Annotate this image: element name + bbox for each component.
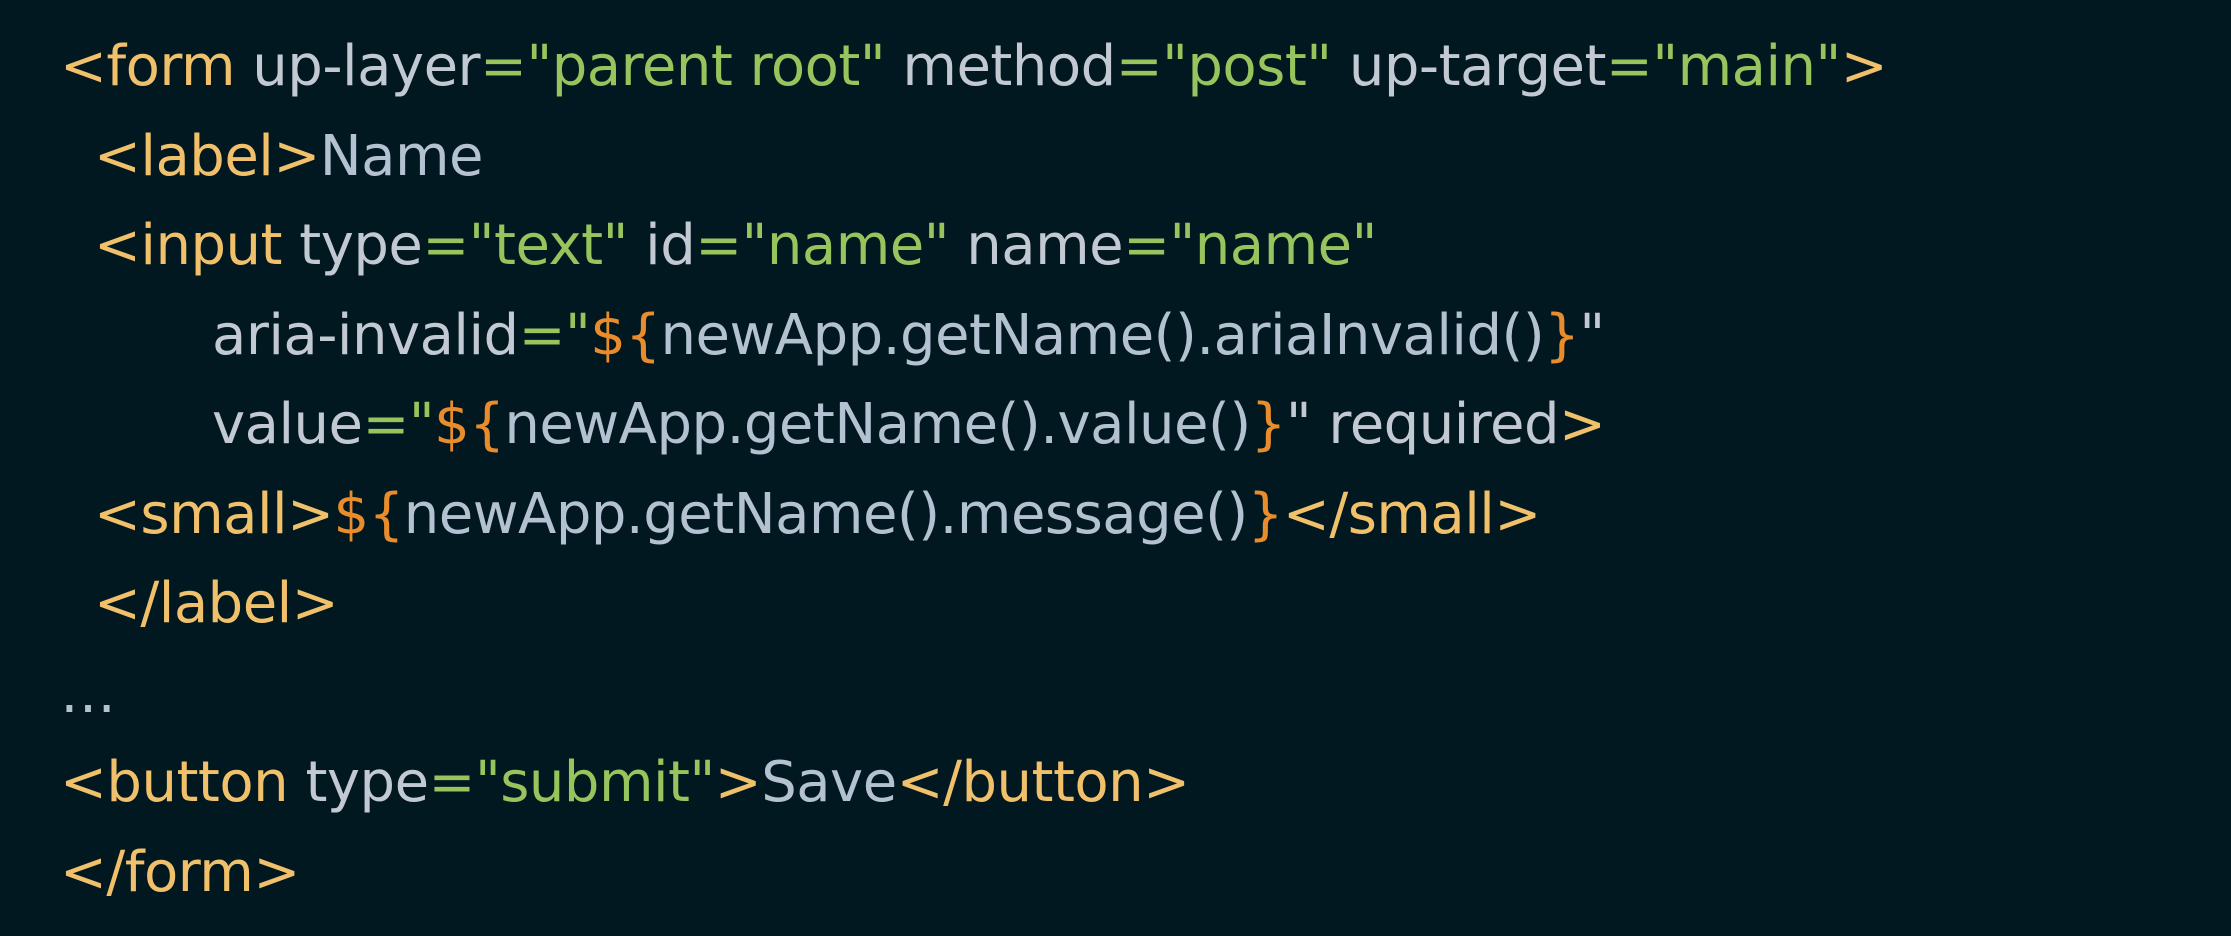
code-token-tag: <button (60, 750, 289, 815)
code-token-text: newApp.getName().message() (403, 481, 1248, 547)
code-line: <form up-layer="parent root" method="pos… (60, 22, 2231, 112)
code-token-interpolation: ${ (333, 481, 405, 547)
code-token-tag: > (1559, 392, 1606, 457)
code-token-operator: = (422, 213, 469, 278)
code-token-tag: <input (94, 213, 282, 278)
code-token-interpolation: } (1250, 392, 1287, 457)
code-line: aria-invalid="${newApp.getName().ariaInv… (60, 291, 2231, 381)
code-line: value="${newApp.getName().value()}" requ… (60, 380, 2231, 470)
code-token-tag: </button> (896, 750, 1190, 815)
code-token-attribute: id (627, 213, 696, 278)
code-token-string: "name" (1169, 213, 1378, 278)
code-token-attribute: name (949, 213, 1124, 278)
code-line: </form> (60, 828, 2231, 918)
code-token-string: "main" (1652, 34, 1841, 99)
code-token-tag: > (714, 750, 762, 815)
code-token-string: "name" (741, 213, 950, 278)
code-token-operator: = (518, 302, 566, 368)
code-token-tag: </label> (94, 571, 339, 636)
code-line: … (60, 649, 2231, 739)
code-token-tag: > (1840, 34, 1888, 99)
code-token-text: newApp.getName().value() (504, 392, 1251, 457)
code-token-interpolation: } (1247, 481, 1284, 547)
code-token-string: "post" (1162, 34, 1332, 99)
code-token-operator: = (362, 392, 409, 457)
code-token-operator: = (695, 213, 742, 278)
code-token-string: " (408, 392, 435, 457)
code-token-operator: = (1123, 213, 1170, 278)
code-token-tag: <label> (94, 123, 320, 189)
code-token-interpolation: } (1544, 302, 1580, 368)
code-token-quote: " (1285, 392, 1312, 457)
code-block: <form up-layer="parent root" method="pos… (0, 0, 2231, 936)
code-token-attribute: value (212, 392, 363, 457)
code-token-text: Name (319, 123, 484, 189)
code-token-text: … (60, 660, 116, 726)
code-token-attribute: type (281, 213, 423, 278)
code-line: <input type="text" id="name" name="name" (60, 201, 2231, 291)
code-token-string: "submit" (474, 750, 715, 815)
code-token-tag: <form (60, 34, 236, 99)
code-line: <button type="submit">Save</button> (60, 738, 2231, 828)
code-token-string: "parent root" (526, 34, 886, 99)
code-token-interpolation: ${ (590, 302, 661, 368)
code-token-attribute: required (1311, 392, 1560, 457)
code-token-tag: </form> (60, 839, 300, 905)
code-token-tag: <small> (94, 481, 334, 547)
code-token-string: " (565, 302, 591, 368)
code-token-attribute: type (288, 750, 429, 815)
code-token-operator: = (1115, 34, 1163, 99)
code-line: <label>Name (60, 112, 2231, 202)
code-token-attribute: up-target (1331, 34, 1607, 99)
code-token-text: newApp.getName().ariaInvalid() (660, 302, 1545, 368)
code-token-operator: = (428, 750, 476, 815)
code-token-tag: </small> (1282, 481, 1541, 547)
code-token-operator: = (480, 34, 527, 99)
code-token-string: "text" (468, 213, 629, 278)
code-line: </label> (60, 559, 2231, 649)
code-token-attribute: method (885, 34, 1116, 99)
code-token-interpolation: ${ (434, 392, 505, 457)
code-token-quote: " (1579, 302, 1605, 368)
code-token-attribute: aria-invalid (212, 302, 519, 368)
code-token-operator: = (1605, 34, 1653, 99)
code-line: <small>${newApp.getName().message()}</sm… (60, 470, 2231, 560)
code-token-text: Save (761, 750, 897, 815)
code-token-attribute: up-layer (235, 34, 481, 99)
